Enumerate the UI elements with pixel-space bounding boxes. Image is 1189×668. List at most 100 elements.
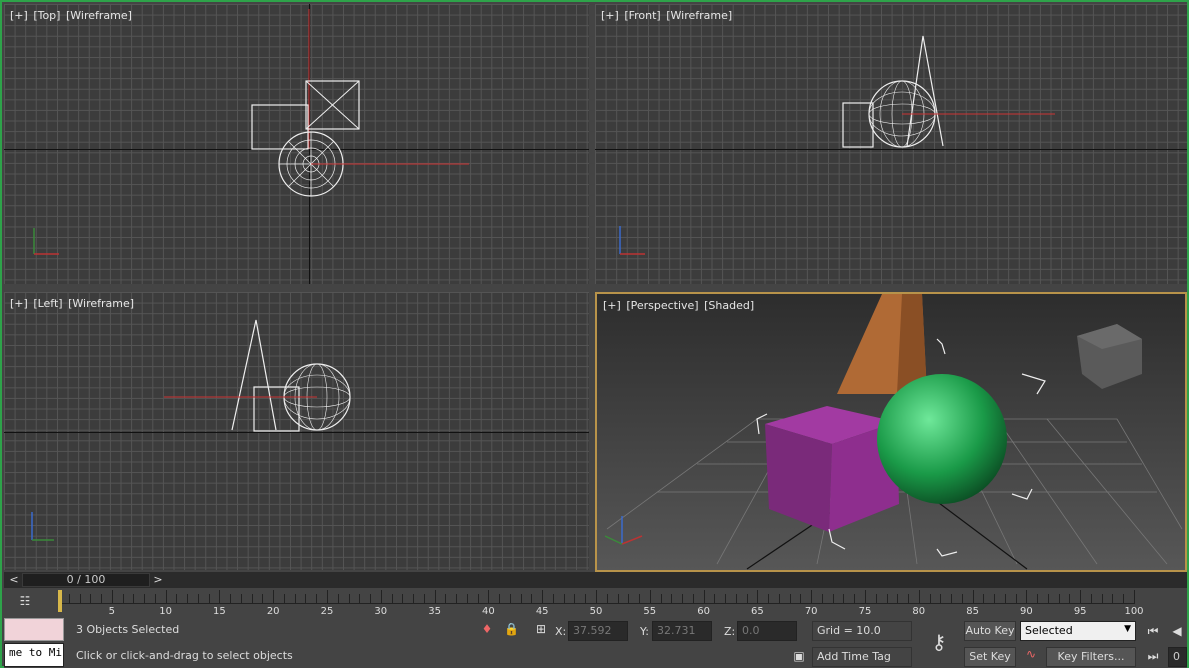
ruler-tick [294, 594, 296, 604]
absolute-mode-transform-icon[interactable]: ⊞ [534, 622, 548, 636]
ruler-tick [703, 590, 705, 604]
viewport-front[interactable]: [+] [Front] [Wireframe] [595, 4, 1187, 284]
track-bar[interactable]: ☷ 5 10 15 20 25 30 35 40 45 50 55 60 65 70 75 80 85 90 95 1… [4, 588, 1187, 618]
ruler-tick [1123, 594, 1125, 604]
set-keys-icon[interactable]: ⚷ [922, 630, 956, 654]
ruler-frame-number: 5 [108, 606, 115, 617]
ruler-tick [101, 594, 103, 604]
ruler-tick [574, 594, 576, 604]
ruler-frame-number: 25 [320, 606, 334, 617]
grid-spacing: Grid = 10.0 [812, 621, 912, 641]
selection-lock-icon[interactable]: 🔒 [504, 622, 519, 636]
ruler-tick [768, 594, 770, 604]
viewport-perspective[interactable]: [+] [Perspective] [Shaded] [595, 292, 1187, 572]
auto-key-button[interactable]: Auto Key [964, 621, 1016, 641]
ruler-tick [940, 594, 942, 604]
ruler-tick [348, 594, 350, 604]
current-frame-marker[interactable] [58, 590, 62, 612]
time-tag-icon[interactable]: ▣ [792, 649, 806, 663]
ruler-tick [337, 594, 339, 604]
ruler-tick [380, 590, 382, 604]
ruler-frame-number: 95 [1073, 606, 1087, 617]
y-coordinate-field[interactable]: 32.731 [652, 621, 712, 641]
current-frame-field[interactable]: 0 [1168, 647, 1187, 667]
track-ruler[interactable]: 5 10 15 20 25 30 35 40 45 50 55 60 65 70 75 80 85 90 95 100 [58, 590, 1144, 617]
ruler-tick [563, 594, 565, 604]
maxscript-mini-listener[interactable]: me to Mi [4, 643, 64, 667]
isolate-selection-icon[interactable]: ♦ [480, 622, 494, 636]
ruler-tick [90, 594, 92, 604]
ruler-tick [359, 594, 361, 604]
ruler-frame-number: 75 [858, 606, 872, 617]
maxscript-listener-pink[interactable] [4, 618, 64, 641]
ruler-tick [208, 594, 210, 604]
selection-status: 3 Objects Selected [72, 621, 477, 639]
ruler-tick [456, 594, 458, 604]
viewport-top[interactable]: [+] [Top] [Wireframe] [4, 4, 589, 284]
ruler-tick [628, 594, 630, 604]
ruler-tick [886, 594, 888, 604]
ruler-frame-number: 40 [482, 606, 495, 617]
ruler-tick [316, 594, 318, 604]
previous-frame-icon[interactable]: ◀ [1168, 624, 1186, 638]
ruler-tick [854, 594, 856, 604]
ruler-tick [951, 594, 953, 604]
ruler-tick [240, 594, 242, 604]
ruler-tick [725, 594, 727, 604]
ruler-tick [133, 594, 135, 604]
ruler-tick [994, 594, 996, 604]
time-slider-prev-button[interactable]: < [6, 572, 22, 588]
time-slider-next-button[interactable]: > [150, 572, 166, 588]
curve-editor-icon[interactable]: ☷ [14, 594, 36, 608]
y-label: Y: [640, 625, 649, 638]
ruler-tick [865, 590, 866, 604]
ruler-tick [552, 594, 554, 604]
z-coordinate-field[interactable]: 0.0 [737, 621, 797, 641]
viewport-left[interactable]: [+] [Left] [Wireframe] [4, 292, 589, 570]
key-filters-button[interactable]: Key Filters... [1046, 647, 1136, 667]
set-key-button[interactable]: Set Key [964, 647, 1016, 667]
prompt-line: Click or click-and-drag to select object… [72, 647, 778, 665]
ruler-tick [821, 594, 823, 604]
ruler-frame-number: 15 [213, 606, 226, 617]
x-coordinate-field[interactable]: 37.592 [568, 621, 628, 641]
ruler-tick [1058, 594, 1060, 604]
ruler-tick [660, 594, 662, 604]
top-view-objects [33, 9, 469, 255]
key-mode-dropdown[interactable]: Selected ▼ [1020, 621, 1136, 641]
ruler-tick [445, 594, 447, 604]
ruler-tick [466, 594, 468, 604]
ruler-tick [682, 594, 684, 604]
ruler-frame-number: 85 [966, 606, 979, 617]
go-to-start-icon[interactable]: ⏮ [1144, 624, 1162, 639]
ruler-tick [144, 594, 146, 604]
ruler-tick [520, 594, 522, 604]
ruler-tick [68, 594, 70, 604]
ruler-frame-number: 90 [1020, 606, 1033, 617]
ruler-tick [778, 594, 780, 604]
add-time-tag[interactable]: Add Time Tag [812, 647, 912, 667]
front-view-objects [619, 35, 1055, 255]
ruler-tick [488, 590, 490, 604]
ruler-frame-number: 45 [535, 606, 549, 617]
time-slider-bar: < 0 / 100 > [4, 572, 1187, 588]
ruler-frame-number: 60 [697, 606, 710, 617]
perspective-scene [604, 294, 1183, 570]
ruler-tick [273, 590, 275, 604]
ruler-frame-number: 30 [374, 606, 388, 617]
time-slider[interactable]: 0 / 100 [22, 573, 150, 587]
ruler-tick [434, 590, 436, 604]
ruler-tick [305, 594, 307, 604]
x-label: X: [555, 625, 567, 638]
key-mode-toggle-icon[interactable]: ⏭ [1144, 649, 1162, 664]
ruler-tick [111, 590, 113, 604]
key-filter-curve-icon[interactable]: ∿ [1020, 647, 1042, 661]
ruler-tick [757, 590, 759, 604]
ruler-tick [251, 594, 253, 604]
ruler-tick [800, 594, 802, 604]
ruler-tick [918, 590, 920, 604]
ruler-tick [122, 594, 124, 604]
ruler-frame-number: 50 [589, 606, 603, 617]
ruler-tick [606, 594, 608, 604]
ruler-tick [219, 590, 221, 604]
